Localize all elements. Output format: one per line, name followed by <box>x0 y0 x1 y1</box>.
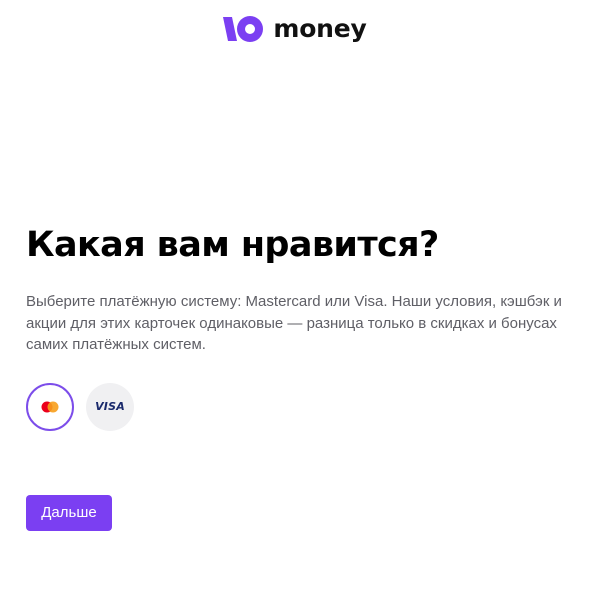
mastercard-icon <box>41 401 59 412</box>
card-system-options: VISA <box>26 382 571 431</box>
mastercard-option[interactable] <box>26 382 74 431</box>
page-title: Какая вам нравится? <box>26 225 439 265</box>
yoomoney-logo-icon <box>223 16 264 42</box>
next-button[interactable]: Дальше <box>26 494 112 531</box>
visa-option[interactable]: VISA <box>86 382 134 431</box>
visa-icon: VISA <box>95 400 125 413</box>
page-description: Выберите платёжную систему: Mastercard и… <box>26 293 562 353</box>
main-content: Какая вам нравится? Выберите платёжную с… <box>26 222 571 531</box>
yoomoney-logo[interactable]: money <box>0 14 590 44</box>
logo-text: money <box>273 14 367 43</box>
